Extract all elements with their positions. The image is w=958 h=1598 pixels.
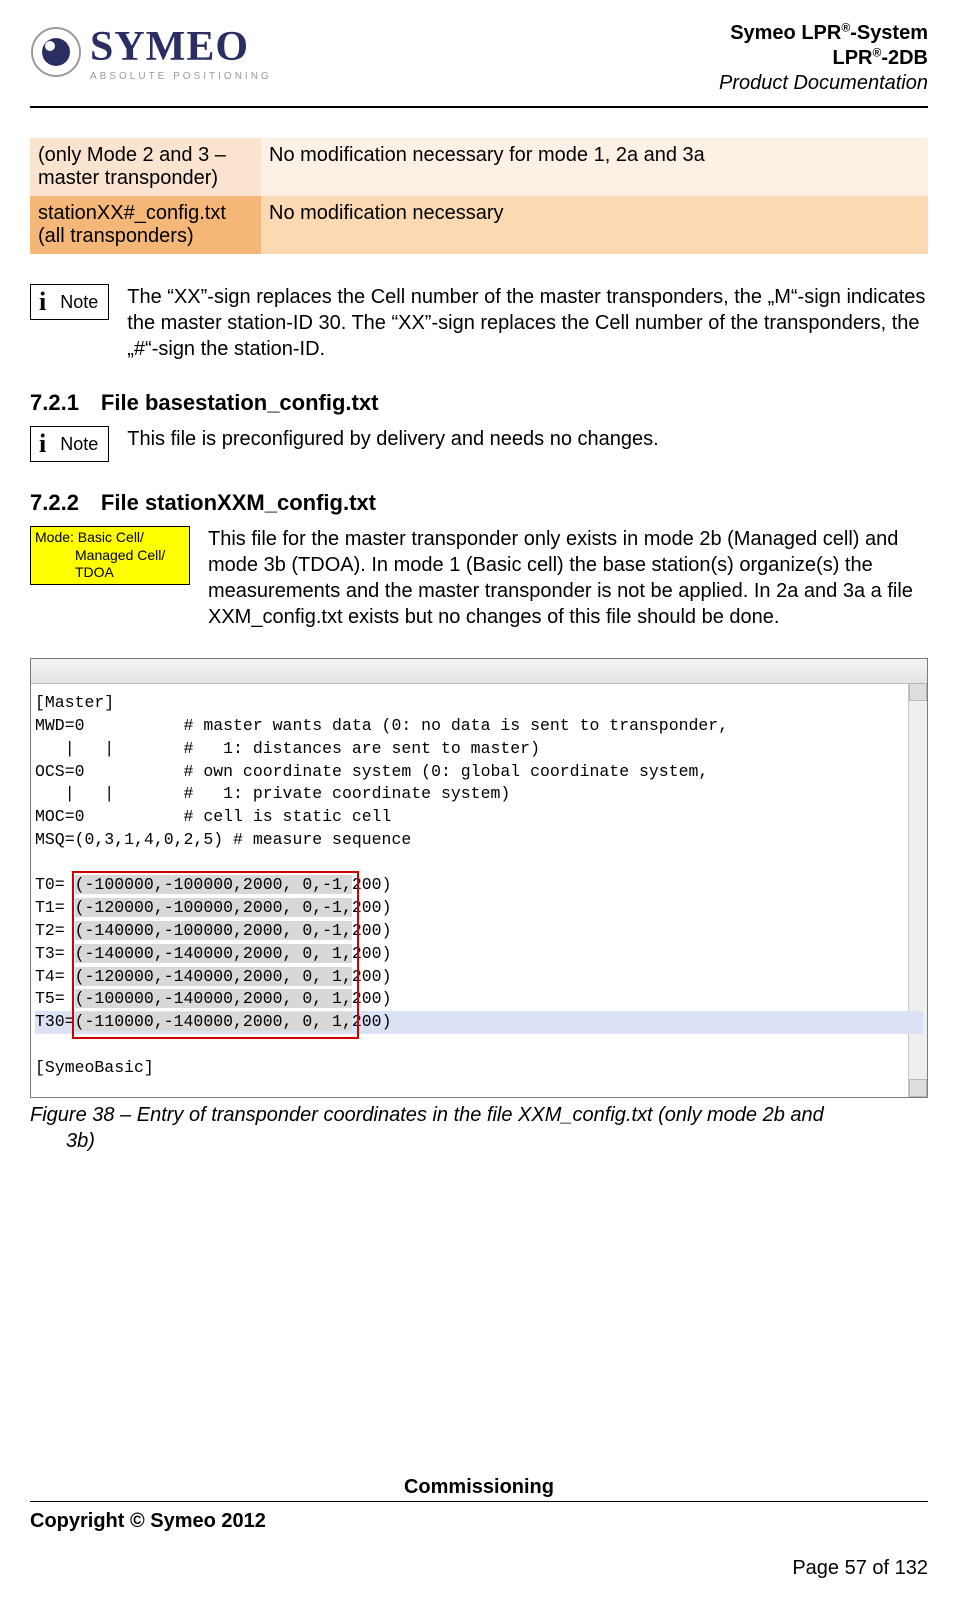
- mode-line: Mode: Basic Cell/: [35, 529, 185, 547]
- mode-line: TDOA: [35, 564, 185, 582]
- figure-caption: Figure 38 – Entry of transponder coordin…: [30, 1102, 928, 1154]
- note-badge: i Note: [30, 426, 109, 462]
- config-table: (only Mode 2 and 3 – master transponder)…: [30, 138, 928, 254]
- footer-divider: [30, 1501, 928, 1502]
- footer-section: Commissioning: [30, 1476, 928, 1499]
- logo-name: SYMEO: [90, 26, 272, 68]
- title-sup2: ®: [872, 46, 881, 60]
- code-body: [Master] MWD=0 # master wants data (0: n…: [31, 684, 927, 1097]
- title-1a: Symeo LPR: [730, 22, 841, 44]
- logo-icon: [30, 26, 82, 78]
- table-row: stationXX#_config.txt (all transponders)…: [30, 196, 928, 254]
- heading-721: 7.2.1 File basestation_config.txt: [30, 390, 928, 416]
- para-722: This file for the master transponder onl…: [208, 526, 928, 630]
- note-badge: i Note: [30, 284, 109, 320]
- figcap-a: Figure 38 – Entry of transponder coordin…: [30, 1104, 824, 1126]
- title-sup1: ®: [841, 20, 850, 34]
- code-window: [Master] MWD=0 # master wants data (0: n…: [30, 658, 928, 1098]
- title-2b: -2DB: [881, 47, 928, 69]
- note-block: i Note This file is preconfigured by del…: [30, 426, 928, 462]
- note-text: This file is preconfigured by delivery a…: [127, 426, 928, 452]
- mode-line: Managed Cell/: [35, 547, 185, 565]
- footer-copyright: Copyright © Symeo 2012: [30, 1510, 928, 1533]
- info-icon: i: [39, 431, 46, 457]
- mode-badge: Mode: Basic Cell/ Managed Cell/ TDOA: [30, 526, 190, 585]
- cell-key: stationXX#_config.txt (all transponders): [30, 196, 261, 254]
- note-label: Note: [60, 292, 98, 313]
- note-text: The “XX”-sign replaces the Cell number o…: [127, 284, 928, 362]
- info-icon: i: [39, 289, 46, 315]
- doc-title: Symeo LPR®-System LPR®-2DB Product Docum…: [719, 20, 928, 96]
- title-2a: LPR: [832, 47, 872, 69]
- code-toolbar: [31, 659, 927, 684]
- logo: SYMEO ABSOLUTE POSITIONING: [30, 26, 272, 82]
- figcap-b: 3b): [30, 1128, 928, 1154]
- page-footer: Commissioning Copyright © Symeo 2012 Pag…: [30, 1476, 928, 1580]
- page-header: SYMEO ABSOLUTE POSITIONING Symeo LPR®-Sy…: [30, 20, 928, 104]
- cell-val: No modification necessary: [261, 196, 928, 254]
- note-label: Note: [60, 434, 98, 455]
- cell-key: (only Mode 2 and 3 – master transponder): [30, 138, 261, 196]
- title-3: Product Documentation: [719, 71, 928, 96]
- footer-page: Page 57 of 132: [30, 1557, 928, 1580]
- title-1b: -System: [850, 22, 928, 44]
- table-row: (only Mode 2 and 3 – master transponder)…: [30, 138, 928, 196]
- header-divider: [30, 106, 928, 108]
- cell-val: No modification necessary for mode 1, 2a…: [261, 138, 928, 196]
- figure-38: [Master] MWD=0 # master wants data (0: n…: [30, 658, 928, 1154]
- mode-row: Mode: Basic Cell/ Managed Cell/ TDOA Thi…: [30, 526, 928, 630]
- logo-tagline: ABSOLUTE POSITIONING: [90, 72, 272, 82]
- note-block: i Note The “XX”-sign replaces the Cell n…: [30, 284, 928, 362]
- heading-722: 7.2.2 File stationXXM_config.txt: [30, 490, 928, 516]
